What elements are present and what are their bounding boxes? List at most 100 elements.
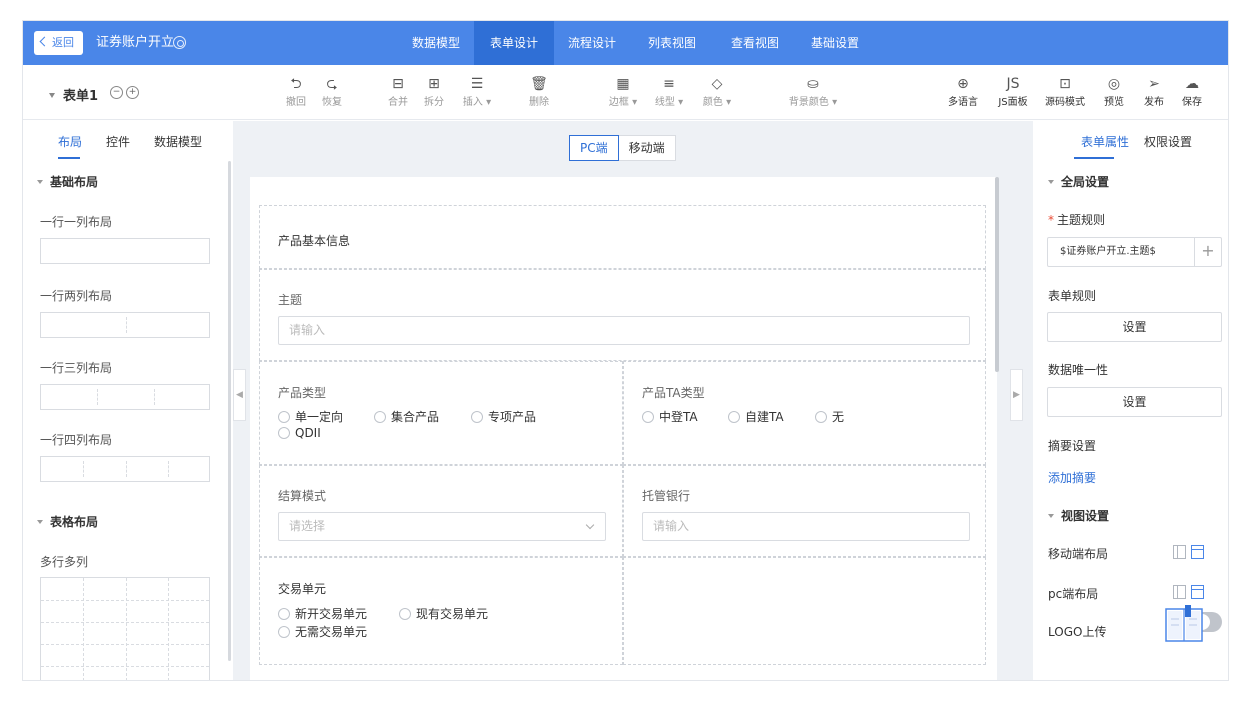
canvas-scrollbar[interactable]: [995, 177, 999, 372]
logo-upload-label: LOGO上传: [1048, 625, 1107, 639]
tab-form-properties[interactable]: 表单属性: [1081, 133, 1129, 150]
redo-button[interactable]: ⮎ 恢复: [317, 75, 347, 108]
empty-cell[interactable]: [623, 557, 986, 665]
tab-data-model[interactable]: 数据模型: [404, 21, 468, 65]
border-button[interactable]: ▦ 边框 ▾: [603, 75, 643, 108]
tab-list-view[interactable]: 列表视图: [640, 21, 704, 65]
plus-icon[interactable]: +: [1194, 238, 1221, 266]
tab-permissions[interactable]: 权限设置: [1144, 133, 1192, 150]
multilang-button[interactable]: ⊕ 多语言: [944, 75, 982, 108]
save-button[interactable]: ☁ 保存: [1177, 75, 1207, 108]
js-panel-button[interactable]: JS JS面板: [993, 75, 1033, 108]
ta-type-cell[interactable]: 产品TA类型 中登TA 自建TA 无: [623, 361, 986, 465]
publish-label: 发布: [1144, 97, 1164, 108]
global-settings-header[interactable]: 全局设置: [1048, 173, 1109, 190]
multilang-label: 多语言: [948, 97, 978, 108]
radio-label: 现有交易单元: [416, 607, 489, 621]
bank-input[interactable]: 请输入: [642, 512, 970, 541]
subject-input[interactable]: 请输入: [278, 316, 970, 345]
top-layout-icon[interactable]: [1191, 545, 1204, 559]
line-type-button[interactable]: ≡ 线型 ▾: [649, 75, 689, 108]
top-bar: 返回 证券账户开立 数据模型 表单设计 流程设计 列表视图 查看视图 基础设置: [23, 21, 1228, 65]
form-rule-label: 表单规则: [1048, 289, 1097, 303]
split-button[interactable]: ⊞ 拆分: [419, 75, 449, 108]
tab-layout[interactable]: 布局: [58, 133, 82, 150]
radio-special[interactable]: 专项产品: [471, 408, 536, 425]
trade-unit-cell[interactable]: 交易单元 新开交易单元 现有交易单元 无需交易单元: [259, 557, 623, 665]
color-button[interactable]: ◇ 颜色 ▾: [697, 75, 737, 108]
sidebar-layout-icon[interactable]: [1173, 585, 1186, 599]
insert-button[interactable]: ☰ 插入 ▾: [457, 75, 497, 108]
js-icon: JS: [1006, 76, 1020, 92]
insert-label: 插入: [462, 97, 483, 108]
merge-button[interactable]: ⊟ 合并: [383, 75, 413, 108]
layout-grid[interactable]: [40, 577, 210, 680]
theme-rule-text: 主题规则: [1057, 213, 1106, 227]
theme-rule-input[interactable]: $证券账户开立.主题$ +: [1047, 237, 1222, 267]
delete-button[interactable]: 🗑 删除: [524, 75, 554, 108]
merge-icon: ⊟: [392, 76, 404, 92]
top-layout-icon[interactable]: [1191, 585, 1204, 599]
settle-select[interactable]: 请选择: [278, 512, 606, 541]
subject-cell[interactable]: 主题 请输入: [259, 269, 986, 361]
back-button[interactable]: 返回: [34, 31, 83, 55]
layout-label-2col: 一行两列布局: [40, 289, 113, 303]
layout-3col[interactable]: [40, 384, 210, 410]
settings-icon[interactable]: [173, 36, 186, 49]
publish-button[interactable]: ➢ 发布: [1139, 75, 1169, 108]
form-selector[interactable]: 表单1: [49, 85, 98, 104]
add-form-icon[interactable]: +: [126, 86, 139, 99]
app-title: 证券账户开立: [96, 35, 175, 50]
mobile-view-button[interactable]: 移动端: [619, 136, 675, 160]
radio-qdii[interactable]: QDII: [278, 426, 321, 440]
app-window: 返回 证券账户开立 数据模型 表单设计 流程设计 列表视图 查看视图 基础设置 …: [22, 20, 1229, 681]
collapse-left-handle[interactable]: ◀: [233, 369, 246, 421]
radio-csdc-ta[interactable]: 中登TA: [642, 408, 698, 425]
toolbar: 表单1 − + ⮌ 撤回 ⮎ 恢复 ⊟ 合并 ⊞ 拆分 ☰ 插入 ▾ 🗑 删除 ▦ 边框 ▾ …: [23, 65, 1228, 120]
radio-no-unit[interactable]: 无需交易单元: [278, 623, 367, 640]
add-summary-link[interactable]: 添加摘要: [1048, 469, 1096, 486]
bg-color-button[interactable]: ⛀ 背景颜色 ▾: [783, 75, 843, 108]
radio-new-unit[interactable]: 新开交易单元: [278, 605, 367, 622]
tab-form-design[interactable]: 表单设计: [474, 21, 554, 65]
tab-controls[interactable]: 控件: [106, 133, 130, 150]
layout-1col[interactable]: [40, 238, 210, 264]
tab-underline: [58, 157, 80, 159]
bank-cell[interactable]: 托管银行 请输入: [623, 465, 986, 557]
tab-detail-view[interactable]: 查看视图: [723, 21, 787, 65]
layout-2col[interactable]: [40, 312, 210, 338]
radio-circle: [278, 411, 290, 423]
code-icon: ⊡: [1059, 76, 1071, 92]
mobile-layout-toggle[interactable]: [1173, 545, 1207, 561]
view-settings-header[interactable]: 视图设置: [1048, 507, 1109, 524]
settle-cell[interactable]: 结算模式 请选择: [259, 465, 623, 557]
form-rule-set-button[interactable]: 设置: [1047, 312, 1222, 342]
redo-icon: ⮎: [326, 76, 338, 92]
table-layout-header[interactable]: 表格布局: [37, 513, 98, 530]
remove-form-icon[interactable]: −: [110, 86, 123, 99]
left-scrollbar[interactable]: [228, 161, 231, 661]
tab-left-data-model[interactable]: 数据模型: [154, 133, 202, 150]
pc-view-button[interactable]: PC端: [569, 135, 619, 161]
preview-button[interactable]: ◎ 预览: [1099, 75, 1129, 108]
theme-rule-label: * 主题规则: [1048, 211, 1105, 228]
tab-basic-settings[interactable]: 基础设置: [803, 21, 867, 65]
product-type-cell[interactable]: 产品类型 单一定向 集合产品 专项产品 QDII: [259, 361, 623, 465]
basic-layout-header[interactable]: 基础布局: [37, 173, 98, 190]
radio-collective[interactable]: 集合产品: [374, 408, 439, 425]
tab-flow-design[interactable]: 流程设计: [560, 21, 624, 65]
sidebar-layout-icon[interactable]: [1173, 545, 1186, 559]
pc-layout-toggle[interactable]: [1173, 585, 1207, 601]
globe-icon: ⊕: [957, 76, 969, 92]
layout-4col[interactable]: [40, 456, 210, 482]
unique-set-button[interactable]: 设置: [1047, 387, 1222, 417]
radio-self-ta[interactable]: 自建TA: [728, 408, 784, 425]
collapse-right-handle[interactable]: ▶: [1010, 369, 1023, 421]
radio-none[interactable]: 无: [815, 408, 844, 425]
section-cell[interactable]: 产品基本信息: [259, 205, 986, 269]
radio-single[interactable]: 单一定向: [278, 408, 343, 425]
undo-button[interactable]: ⮌ 撤回: [281, 75, 311, 108]
radio-existing-unit[interactable]: 现有交易单元: [399, 605, 488, 622]
radio-circle: [399, 608, 411, 620]
source-mode-button[interactable]: ⊡ 源码模式: [1043, 75, 1087, 108]
